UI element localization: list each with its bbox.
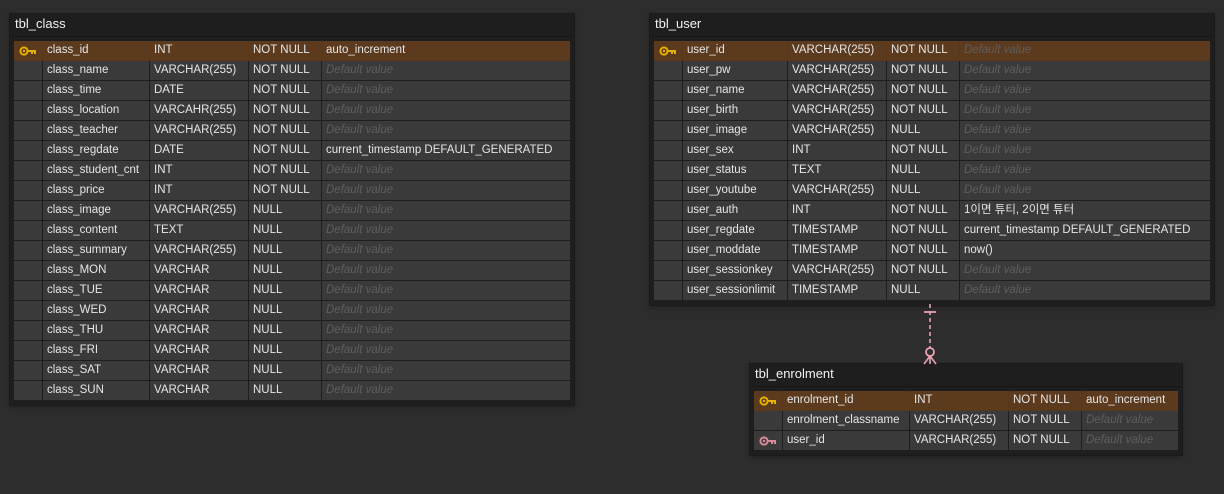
relation-line-user-enrolment[interactable] <box>0 0 1224 494</box>
